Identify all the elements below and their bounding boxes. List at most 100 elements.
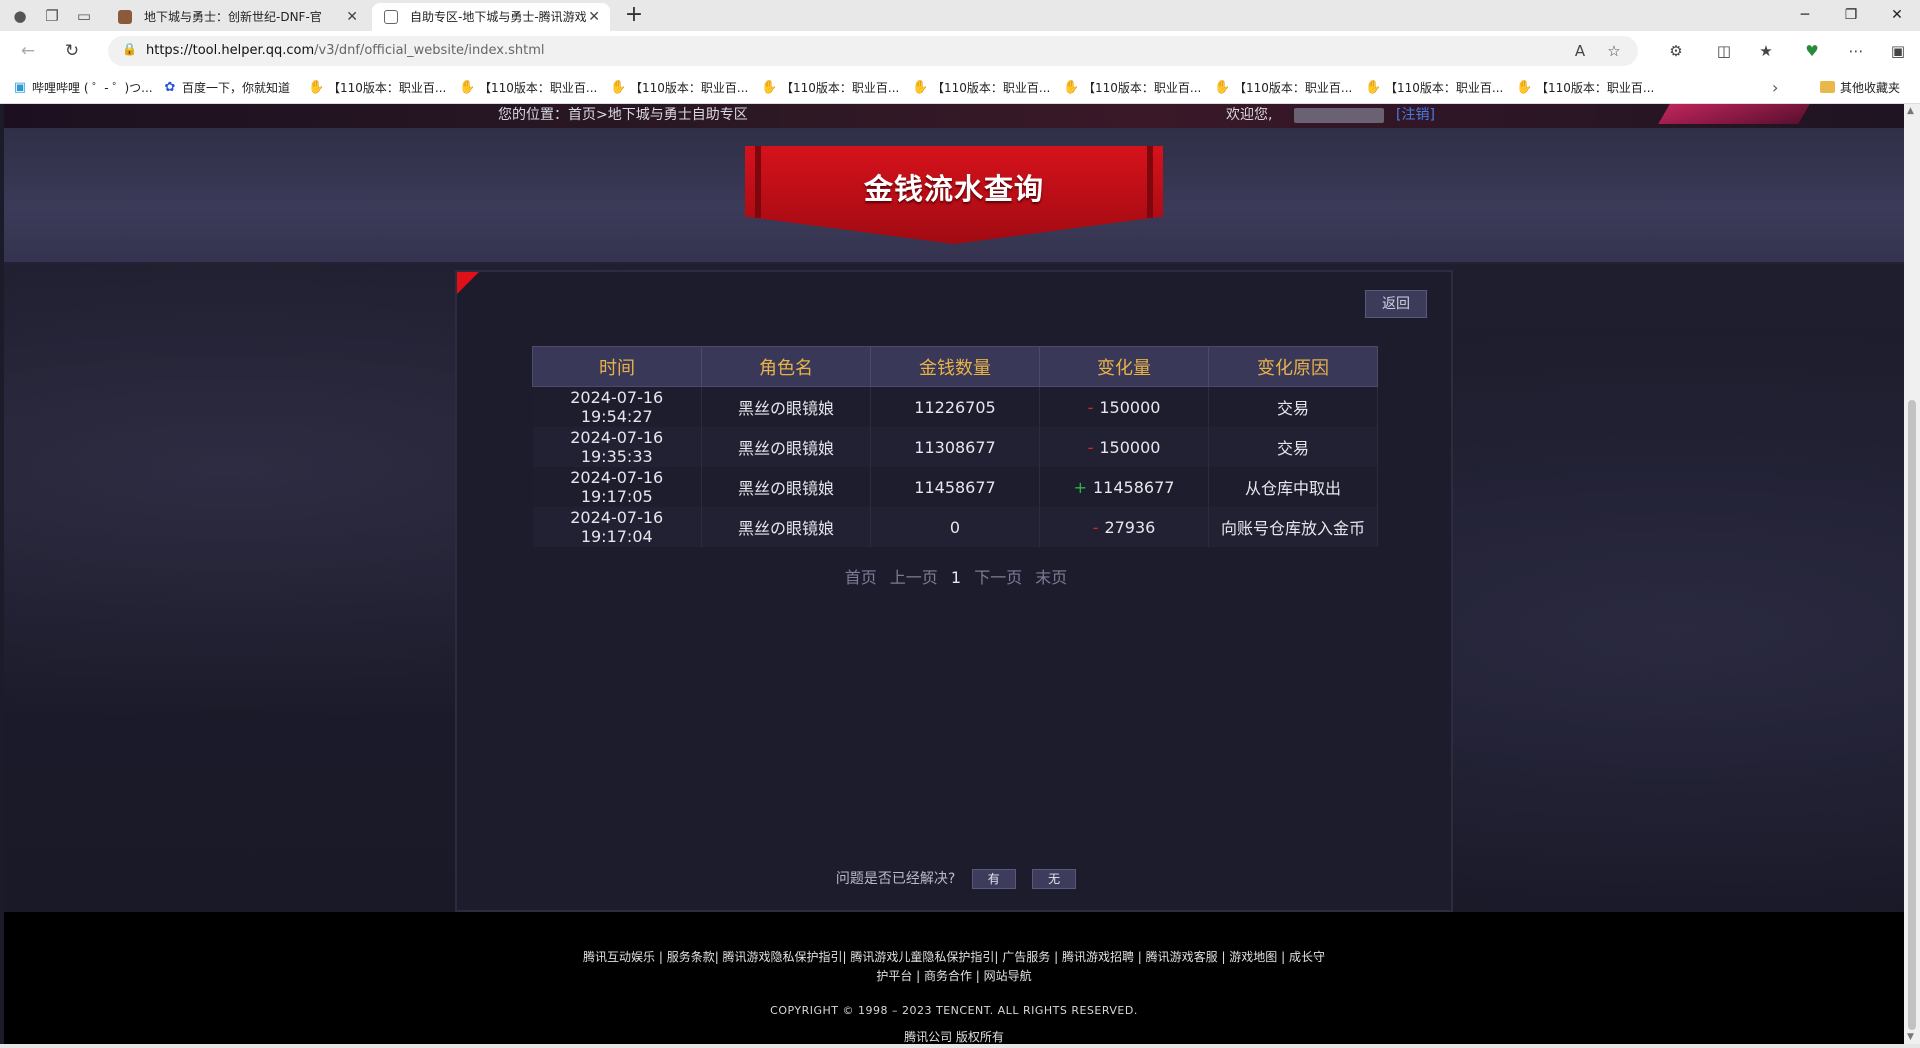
read-aloud-icon[interactable]: A [1568, 39, 1592, 63]
window-close-icon[interactable]: ✕ [1874, 0, 1920, 31]
welcome-text: 欢迎您, [1226, 107, 1273, 123]
pager-current: 1 [950, 568, 962, 587]
bilibili-icon: ▣ [13, 80, 27, 95]
more-options-icon[interactable]: ⋯ [1844, 39, 1868, 63]
money-flow-table: 时间 角色名 金钱数量 变化量 变化原因 2024-07-16 19:54:27… [532, 346, 1378, 547]
footer-copyright: COPYRIGHT © 1998 – 2023 TENCENT. ALL RIG… [770, 1004, 1138, 1017]
page-scrollbar[interactable]: ▲ ▼ [1904, 104, 1920, 1044]
minimize-icon[interactable]: ─ [1782, 0, 1828, 31]
column-header-amount: 金钱数量 [870, 346, 1040, 387]
bookmark-item[interactable]: ✋ 【110版本：职业百... [1516, 78, 1654, 98]
handshake-icon: ✋ [1516, 80, 1533, 95]
page-viewport: 您的位置：首页>地下城与勇士自助专区 欢迎您, [注销] 金钱流水查询 返回 时… [0, 104, 1920, 1044]
cell-role: 黑丝の眼镜娘 [701, 427, 871, 467]
cell-change: +11458677 [1039, 467, 1209, 507]
close-tab-icon[interactable]: ✕ [588, 3, 600, 31]
pager-last[interactable]: 末页 [1035, 568, 1067, 587]
cell-reason: 交易 [1208, 427, 1378, 467]
username-redacted [1294, 108, 1384, 123]
workspaces-icon[interactable]: ❐ [42, 6, 62, 26]
split-screen-icon[interactable]: ◫ [1712, 39, 1736, 63]
table-row: 2024-07-16 19:35:33 黑丝の眼镜娘 11308677 -150… [532, 427, 1378, 467]
bookmark-item[interactable]: ✋ 【110版本：职业百... [1063, 78, 1201, 98]
cell-amount: 11226705 [870, 386, 1040, 427]
top-accent-decoration [1658, 104, 1810, 124]
cell-reason: 交易 [1208, 386, 1378, 427]
favorites-icon[interactable]: ★ [1754, 39, 1778, 63]
address-bar[interactable]: 🔒 https://tool.helper.qq.com/v3/dnf/offi… [108, 36, 1638, 66]
browser-essentials-icon[interactable]: ♥ [1800, 39, 1824, 63]
table-row: 2024-07-16 19:17:04 黑丝の眼镜娘 0 -27936 向账号仓… [532, 507, 1378, 547]
sidebar-toggle-icon[interactable]: ▣ [1886, 39, 1910, 63]
url-text[interactable]: https://tool.helper.qq.com/v3/dnf/offici… [146, 36, 545, 66]
bookmark-baidu[interactable]: ✿ 百度一下，你就知道 [162, 78, 290, 98]
pager-first[interactable]: 首页 [845, 568, 877, 587]
back-button[interactable]: 返回 [1365, 290, 1427, 318]
tab-actions-icon[interactable]: ▭ [74, 6, 94, 26]
restore-icon[interactable]: ❐ [1828, 0, 1874, 31]
browser-tab-self-service[interactable]: 自助专区-地下城与勇士-腾讯游戏 ✕ [372, 3, 610, 31]
bookmark-item[interactable]: ✋ 【110版本：职业百... [308, 78, 446, 98]
favorite-star-icon[interactable]: ☆ [1602, 39, 1626, 63]
cell-role: 黑丝の眼镜娘 [701, 467, 871, 507]
new-tab-icon[interactable]: + [620, 3, 648, 29]
pager-prev[interactable]: 上一页 [890, 568, 938, 587]
handshake-icon: ✋ [912, 80, 929, 95]
bookmark-item[interactable]: ✋ 【110版本：职业百... [912, 78, 1050, 98]
close-tab-icon[interactable]: ✕ [346, 3, 358, 31]
chevron-right-icon[interactable]: › [1772, 78, 1778, 97]
top-band [4, 104, 1904, 128]
logout-link[interactable]: [注销] [1396, 104, 1435, 126]
resolved-feedback: 问题是否已经解决? 有 无 [457, 868, 1455, 889]
bookmark-bilibili[interactable]: ▣ 哔哩哔哩 ( ゜- ゜)つ... [12, 78, 153, 98]
cell-reason: 向账号仓库放入金币 [1208, 507, 1378, 547]
bookmark-item[interactable]: ✋ 【110版本：职业百... [1365, 78, 1503, 98]
cell-role: 黑丝の眼镜娘 [701, 386, 871, 427]
location-breadcrumb[interactable]: 您的位置：首页>地下城与勇士自助专区 [498, 104, 748, 126]
bookmark-item[interactable]: ✋ 【110版本：职业百... [610, 78, 748, 98]
page-title: 金钱流水查询 [863, 172, 1044, 206]
handshake-icon: ✋ [1365, 80, 1382, 95]
pager-next[interactable]: 下一页 [974, 568, 1022, 587]
handshake-icon: ✋ [610, 80, 627, 95]
cell-amount: 11308677 [870, 427, 1040, 467]
cell-change: -150000 [1039, 427, 1209, 467]
bookmark-item[interactable]: ✋ 【110版本：职业百... [761, 78, 899, 98]
scroll-down-icon[interactable]: ▼ [1907, 1032, 1914, 1042]
handshake-icon: ✋ [1063, 80, 1080, 95]
cell-time: 2024-07-16 19:17:05 [532, 467, 702, 507]
column-header-role: 角色名 [701, 346, 871, 387]
baidu-paw-icon: ✿ [164, 80, 176, 95]
page-content: 您的位置：首页>地下城与勇士自助专区 欢迎您, [注销] 金钱流水查询 返回 时… [4, 104, 1904, 1044]
footer-rights: 腾讯公司 版权所有 [904, 1030, 1004, 1044]
bookmark-item[interactable]: ✋ 【110版本：职业百... [459, 78, 597, 98]
scroll-up-icon[interactable]: ▲ [1907, 106, 1914, 116]
cell-amount: 11458677 [870, 467, 1040, 507]
scroll-thumb[interactable] [1908, 400, 1916, 1030]
cell-reason: 从仓库中取出 [1208, 467, 1378, 507]
handshake-icon: ✋ [459, 80, 476, 95]
title-ribbon: 金钱流水查询 [745, 146, 1163, 244]
handshake-icon: ✋ [1214, 80, 1231, 95]
bookmark-item[interactable]: ✋ 【110版本：职业百... [1214, 78, 1352, 98]
extensions-icon[interactable]: ⚙ [1664, 39, 1688, 63]
profile-icon[interactable]: ● [10, 6, 30, 26]
bookmark-folder-other[interactable]: 其他收藏夹 [1820, 78, 1900, 98]
browser-toolbar: ← ↻ 🔒 https://tool.helper.qq.com/v3/dnf/… [0, 31, 1920, 71]
footer: 腾讯互动娱乐 | 服务条款| 腾讯游戏隐私保护指引| 腾讯游戏儿童隐私保护指引|… [4, 912, 1904, 1044]
back-arrow-icon[interactable]: ← [16, 39, 40, 63]
resolved-yes-button[interactable]: 有 [971, 869, 1016, 889]
pagination: 首页 上一页 1 下一页 末页 [457, 564, 1455, 588]
footer-links[interactable]: 腾讯互动娱乐 | 服务条款| 腾讯游戏隐私保护指引| 腾讯游戏儿童隐私保护指引|… [574, 948, 1334, 986]
browser-tab-dnf-official[interactable]: 地下城与勇士：创新世纪-DNF-官 ✕ [106, 3, 368, 31]
minus-sign: - [1087, 397, 1094, 417]
cell-amount: 0 [870, 507, 1040, 547]
resolved-no-button[interactable]: 无 [1032, 869, 1077, 889]
money-flow-panel: 返回 时间 角色名 金钱数量 变化量 变化原因 2024-07-16 19:54… [455, 270, 1453, 912]
handshake-icon: ✋ [761, 80, 778, 95]
bottom-edge [0, 1044, 1920, 1048]
table-row: 2024-07-16 19:17:05 黑丝の眼镜娘 11458677 +114… [532, 467, 1378, 507]
browser-tab-strip: ● ❐ ▭ 地下城与勇士：创新世纪-DNF-官 ✕ 自助专区-地下城与勇士-腾讯… [0, 0, 1920, 31]
refresh-icon[interactable]: ↻ [60, 39, 84, 63]
column-header-reason: 变化原因 [1208, 346, 1378, 387]
